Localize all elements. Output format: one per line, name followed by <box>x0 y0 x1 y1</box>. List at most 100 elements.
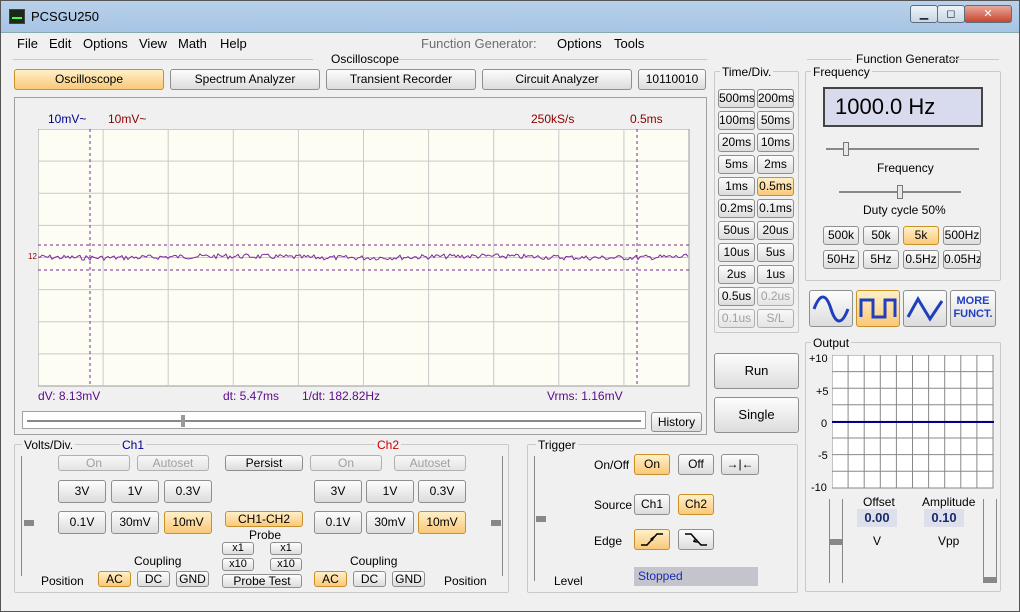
menu-view[interactable]: View <box>139 36 167 51</box>
timediv-button-2ms[interactable]: 2ms <box>757 155 794 174</box>
ch2-gnd-button[interactable]: GND <box>392 571 425 587</box>
ch2-position-slider[interactable] <box>489 456 503 576</box>
ch1-01v-button[interactable]: 0.1V <box>58 511 106 534</box>
sine-wave-button[interactable] <box>809 290 853 327</box>
history-button[interactable]: History <box>651 412 702 432</box>
ch1-03v-button[interactable]: 0.3V <box>164 480 212 503</box>
probe-test-button[interactable]: Probe Test <box>222 574 302 588</box>
more-functions-button[interactable]: MORE FUNCT. <box>950 290 996 327</box>
persist-button[interactable]: Persist <box>225 455 303 471</box>
tab-binary[interactable]: 10110010 <box>638 69 706 90</box>
frequency-slider[interactable] <box>826 142 979 156</box>
ch2-3v-button[interactable]: 3V <box>314 480 362 503</box>
menu-edit[interactable]: Edit <box>49 36 71 51</box>
fg-menu-options[interactable]: Options <box>557 36 602 51</box>
timediv-button-20us[interactable]: 20us <box>757 221 794 240</box>
ch2-autoset-button[interactable]: Autoset <box>394 455 466 471</box>
ch1-position-slider[interactable] <box>21 456 35 576</box>
timediv-button-5ms[interactable]: 5ms <box>718 155 755 174</box>
tab-oscilloscope[interactable]: Oscilloscope <box>14 69 164 90</box>
triangle-wave-button[interactable] <box>903 290 947 327</box>
trigger-level-slider[interactable] <box>534 456 546 581</box>
timediv-button-0p1us[interactable]: 0.1us <box>718 309 755 328</box>
maximize-button[interactable]: ◻ <box>937 5 965 23</box>
timediv-button-0p2us[interactable]: 0.2us <box>757 287 794 306</box>
timediv-button-0p2ms[interactable]: 0.2ms <box>718 199 755 218</box>
timediv-button-100ms[interactable]: 100ms <box>718 111 755 130</box>
timediv-button-500ms[interactable]: 500ms <box>718 89 755 108</box>
menu-file[interactable]: File <box>17 36 38 51</box>
range-500hz[interactable]: 500Hz <box>943 226 981 245</box>
timediv-button-50us[interactable]: 50us <box>718 221 755 240</box>
menu-options[interactable]: Options <box>83 36 128 51</box>
tab-transient-recorder[interactable]: Transient Recorder <box>326 69 476 90</box>
title-bar[interactable]: PCSGU250 ▁ ◻ ✕ <box>1 1 1019 33</box>
ch2-30mv-button[interactable]: 30mV <box>366 511 414 534</box>
ch1-1v-button[interactable]: 1V <box>111 480 159 503</box>
timediv-button-0p5us[interactable]: 0.5us <box>718 287 755 306</box>
ch2-1v-button[interactable]: 1V <box>366 480 414 503</box>
ch1-on-button[interactable]: On <box>58 455 130 471</box>
ch1-gnd-button[interactable]: GND <box>176 571 209 587</box>
timediv-button-0p1ms[interactable]: 0.1ms <box>757 199 794 218</box>
timediv-button-1us[interactable]: 1us <box>757 265 794 284</box>
ch1-ac-button[interactable]: AC <box>98 571 131 587</box>
timediv-button-50ms[interactable]: 50ms <box>757 111 794 130</box>
trigger-rising-edge[interactable] <box>634 529 670 550</box>
close-button[interactable]: ✕ <box>964 5 1012 23</box>
ch1-probe-x10[interactable]: x10 <box>222 558 254 571</box>
ch1-30mv-button[interactable]: 30mV <box>111 511 159 534</box>
timediv-button-10ms[interactable]: 10ms <box>757 133 794 152</box>
scope-screen[interactable] <box>38 129 690 387</box>
ch1-10mv-button[interactable]: 10mV <box>164 511 212 534</box>
ch2-on-button[interactable]: On <box>310 455 382 471</box>
amplitude-slider[interactable] <box>983 499 997 583</box>
timediv-button-5us[interactable]: 5us <box>757 243 794 262</box>
frequency-slider-thumb[interactable] <box>843 142 849 156</box>
ch1-3v-button[interactable]: 3V <box>58 480 106 503</box>
duty-cycle-slider-thumb[interactable] <box>897 185 903 199</box>
timediv-button-10us[interactable]: 10us <box>718 243 755 262</box>
history-slider-thumb[interactable] <box>181 415 185 427</box>
history-slider[interactable] <box>22 411 646 429</box>
ch1-autoset-button[interactable]: Autoset <box>137 455 209 471</box>
square-wave-button[interactable] <box>856 290 900 327</box>
run-button[interactable]: Run <box>714 353 799 389</box>
range-500k[interactable]: 500k <box>823 226 859 245</box>
timediv-button-1ms[interactable]: 1ms <box>718 177 755 196</box>
ch2-01v-button[interactable]: 0.1V <box>314 511 362 534</box>
range-5k[interactable]: 5k <box>903 226 939 245</box>
tab-circuit-analyzer[interactable]: Circuit Analyzer <box>482 69 632 90</box>
ch2-probe-x10[interactable]: x10 <box>270 558 302 571</box>
trigger-source-ch1[interactable]: Ch1 <box>634 494 670 515</box>
range-50k[interactable]: 50k <box>863 226 899 245</box>
timediv-button-200ms[interactable]: 200ms <box>757 89 794 108</box>
ch1-ch2-button[interactable]: CH1-CH2 <box>225 511 303 527</box>
range-005hz[interactable]: 0.05Hz <box>943 250 981 269</box>
ch1-probe-x1[interactable]: x1 <box>222 542 254 555</box>
ch2-ac-button[interactable]: AC <box>314 571 347 587</box>
trigger-falling-edge[interactable] <box>678 529 714 550</box>
offset-slider[interactable] <box>829 499 843 583</box>
tab-spectrum-analyzer[interactable]: Spectrum Analyzer <box>170 69 320 90</box>
single-button[interactable]: Single <box>714 397 799 433</box>
timediv-button-0p5ms[interactable]: 0.5ms <box>757 177 794 196</box>
timediv-button-20ms[interactable]: 20ms <box>718 133 755 152</box>
fg-menu-tools[interactable]: Tools <box>614 36 644 51</box>
ch1-dc-button[interactable]: DC <box>137 571 170 587</box>
trigger-off-button[interactable]: Off <box>678 454 714 475</box>
minimize-button[interactable]: ▁ <box>910 5 938 23</box>
timediv-button-S-L[interactable]: S/L <box>757 309 794 328</box>
trigger-source-ch2[interactable]: Ch2 <box>678 494 714 515</box>
menu-help[interactable]: Help <box>220 36 247 51</box>
range-05hz[interactable]: 0.5Hz <box>903 250 939 269</box>
range-5hz[interactable]: 5Hz <box>863 250 899 269</box>
trigger-on-button[interactable]: On <box>634 454 670 475</box>
ch2-10mv-button[interactable]: 10mV <box>418 511 466 534</box>
timediv-button-2us[interactable]: 2us <box>718 265 755 284</box>
range-50hz[interactable]: 50Hz <box>823 250 859 269</box>
ch2-03v-button[interactable]: 0.3V <box>418 480 466 503</box>
menu-math[interactable]: Math <box>178 36 207 51</box>
ch2-dc-button[interactable]: DC <box>353 571 386 587</box>
duty-cycle-slider[interactable] <box>839 183 961 199</box>
